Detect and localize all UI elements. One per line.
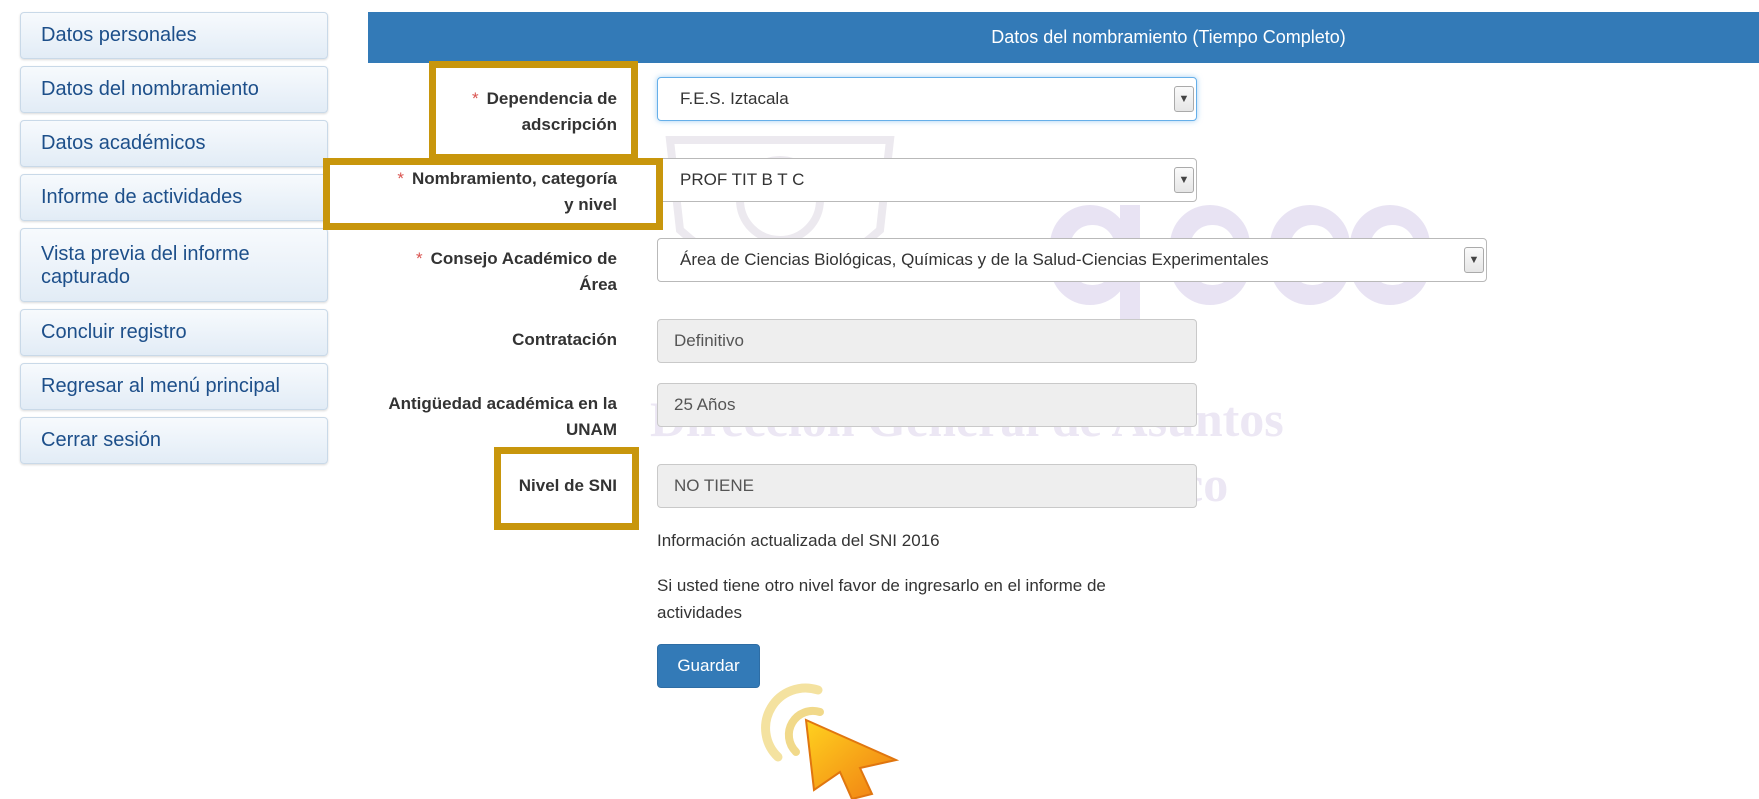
label-dependencia: * Dependencia de adscripción xyxy=(472,89,617,134)
sidebar-item-datos-personales[interactable]: Datos personales xyxy=(20,12,328,59)
section-header: Datos del nombramiento (Tiempo Completo) xyxy=(368,12,1759,63)
consejo-select[interactable]: Área de Ciencias Biológicas, Químicas y … xyxy=(657,238,1487,282)
chevron-down-icon: ▼ xyxy=(1174,167,1194,193)
label-antiguedad: Antigüedad académica en la UNAM xyxy=(388,394,617,439)
sidebar-item-informe-actividades[interactable]: Informe de actividades xyxy=(20,174,328,221)
consejo-value: Área de Ciencias Biológicas, Químicas y … xyxy=(680,250,1269,269)
contratacion-value: Definitivo xyxy=(674,331,744,350)
dependencia-value: F.E.S. Iztacala xyxy=(680,89,789,108)
label-sni: Nivel de SNI xyxy=(518,476,617,495)
save-button[interactable]: Guardar xyxy=(657,644,760,688)
sni-update-note: Información actualizada del SNI 2016 xyxy=(657,531,940,550)
contratacion-field: Definitivo xyxy=(657,319,1197,363)
nombramiento-value: PROF TIT B T C xyxy=(680,170,805,189)
sni-value: NO TIENE xyxy=(674,476,754,495)
dependencia-select[interactable]: F.E.S. Iztacala ▼ xyxy=(657,77,1197,121)
chevron-down-icon: ▼ xyxy=(1174,86,1194,112)
label-contratacion: Contratación xyxy=(512,330,617,349)
sidebar-item-datos-nombramiento[interactable]: Datos del nombramiento xyxy=(20,66,328,113)
sidebar-item-vista-previa[interactable]: Vista previa del informe capturado xyxy=(20,228,328,302)
label-consejo: * Consejo Académico de Área xyxy=(415,249,617,294)
sni-other-level-note: Si usted tiene otro nivel favor de ingre… xyxy=(657,576,1106,622)
sidebar-item-regresar-menu[interactable]: Regresar al menú principal xyxy=(20,363,328,410)
nombramiento-select[interactable]: PROF TIT B T C ▼ xyxy=(657,158,1197,202)
required-mark: * xyxy=(415,249,423,268)
antiguedad-field: 25 Años xyxy=(657,383,1197,427)
sidebar-nav: Datos personales Datos del nombramiento … xyxy=(20,12,328,471)
antiguedad-value: 25 Años xyxy=(674,395,736,414)
required-mark: * xyxy=(472,89,479,108)
sidebar-item-concluir-registro[interactable]: Concluir registro xyxy=(20,309,328,356)
click-cursor-icon xyxy=(761,683,900,799)
sni-field: NO TIENE xyxy=(657,464,1197,508)
required-mark: * xyxy=(397,169,404,188)
label-nombramiento: * Nombramiento, categoría y nivel xyxy=(397,169,617,214)
section-title: Datos del nombramiento (Tiempo Completo) xyxy=(991,27,1346,47)
sidebar-item-cerrar-sesion[interactable]: Cerrar sesión xyxy=(20,417,328,464)
sidebar-item-datos-academicos[interactable]: Datos académicos xyxy=(20,120,328,167)
chevron-down-icon: ▼ xyxy=(1464,247,1484,273)
